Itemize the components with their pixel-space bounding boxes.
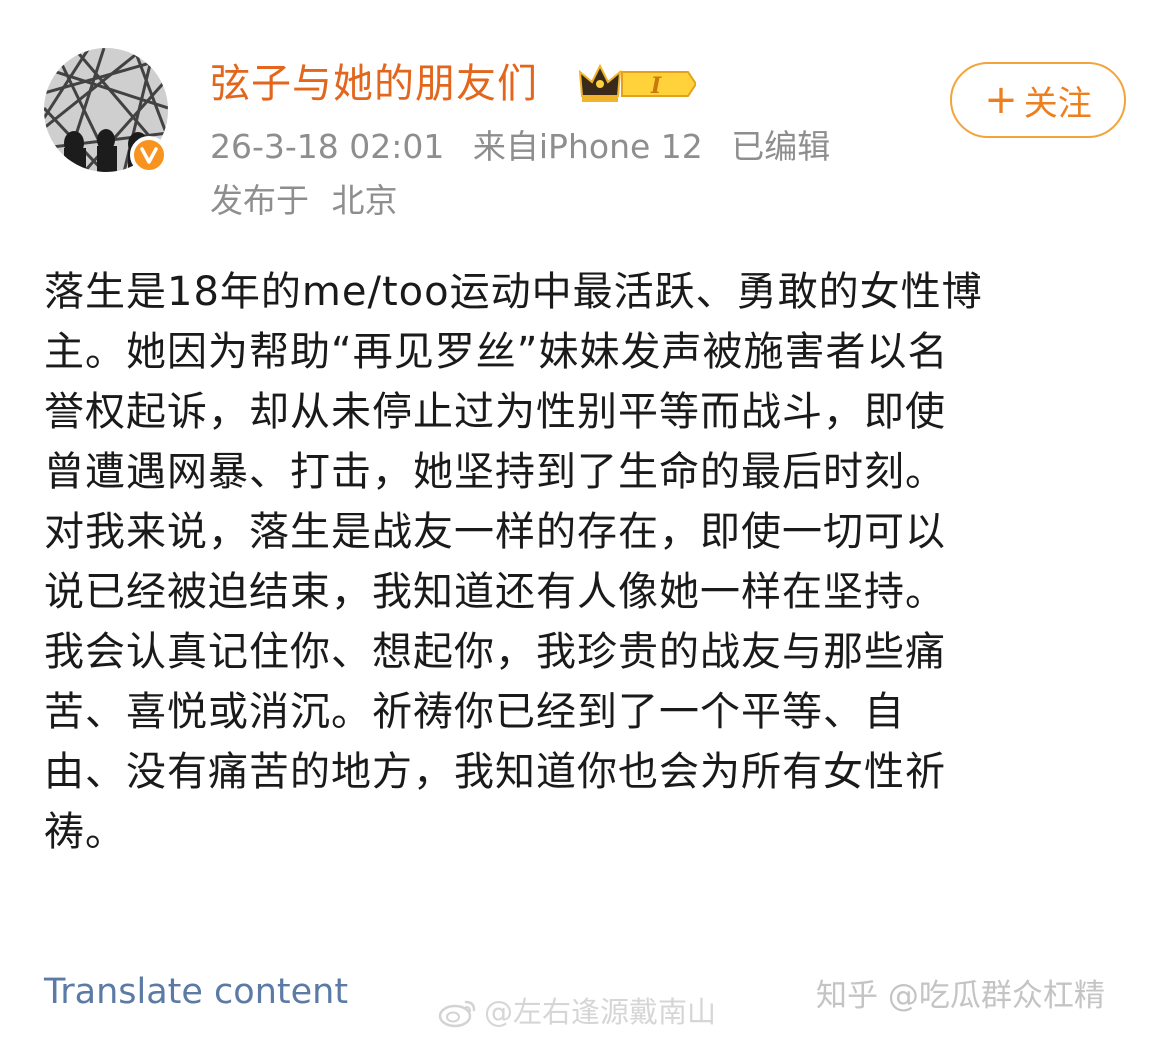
post-body-line: 落生是18年的me/too运动中最活跃、勇敢的女性博: [44, 269, 983, 315]
verified-v-icon: [130, 136, 168, 174]
post-header: 弦子与她的朋友们 I 26-3-18 02:01 来自iPhone 12 已编辑…: [0, 0, 1170, 240]
post-date: 26-3-18 02:01: [210, 127, 445, 166]
translate-content-link[interactable]: Translate content: [44, 966, 348, 1018]
post-body-line: 说已经被迫结束，我知道还有人像她一样在坚持。: [44, 569, 946, 615]
post-body-line: 主。她因为帮助“再见罗丝”妹妹发声被施害者以名: [44, 329, 949, 375]
follow-label: 关注: [1023, 83, 1092, 124]
location-label: 发布于: [210, 181, 309, 220]
weibo-logo-icon: [438, 1000, 476, 1028]
username[interactable]: 弦子与她的朋友们: [210, 56, 538, 112]
post-body-line: 对我来说，落生是战友一样的存在，即使一切可以: [44, 509, 946, 555]
zhihu-watermark: 知乎 @吃瓜群众杠精: [816, 978, 1105, 1014]
post-body-line: 苦、喜悦或消沉。祈祷你已经到了一个平等、自: [44, 689, 905, 735]
location-value: 北京: [331, 181, 398, 220]
post-location: 发布于 北京: [210, 178, 398, 224]
post-body-line: 祷。: [44, 809, 126, 855]
post-source: 来自iPhone 12: [472, 127, 703, 166]
weibo-watermark-text: @左右逢源戴南山: [484, 995, 717, 1029]
follow-button[interactable]: + 关注: [950, 62, 1126, 138]
post-body-line: 誉权起诉，却从未停止过为性别平等而战斗，即使: [44, 389, 946, 435]
post-meta: 26-3-18 02:01 来自iPhone 12 已编辑: [210, 124, 848, 170]
weibo-watermark: @左右逢源戴南山: [438, 990, 716, 1034]
vip-badge-text: I: [650, 73, 662, 99]
post-body: 落生是18年的me/too运动中最活跃、勇敢的女性博 主。她因为帮助“再见罗丝”…: [44, 262, 1134, 862]
crown-vip-icon[interactable]: I: [578, 62, 698, 106]
post-body-line: 曾遭遇网暴、打击，她坚持到了生命的最后时刻。: [44, 449, 946, 495]
edited-label[interactable]: 已编辑: [731, 127, 830, 166]
plus-icon: +: [984, 77, 1018, 123]
post-body-line: 由、没有痛苦的地方，我知道你也会为所有女性祈: [44, 749, 946, 795]
post-body-line: 我会认真记住你、想起你，我珍贵的战友与那些痛: [44, 629, 946, 675]
